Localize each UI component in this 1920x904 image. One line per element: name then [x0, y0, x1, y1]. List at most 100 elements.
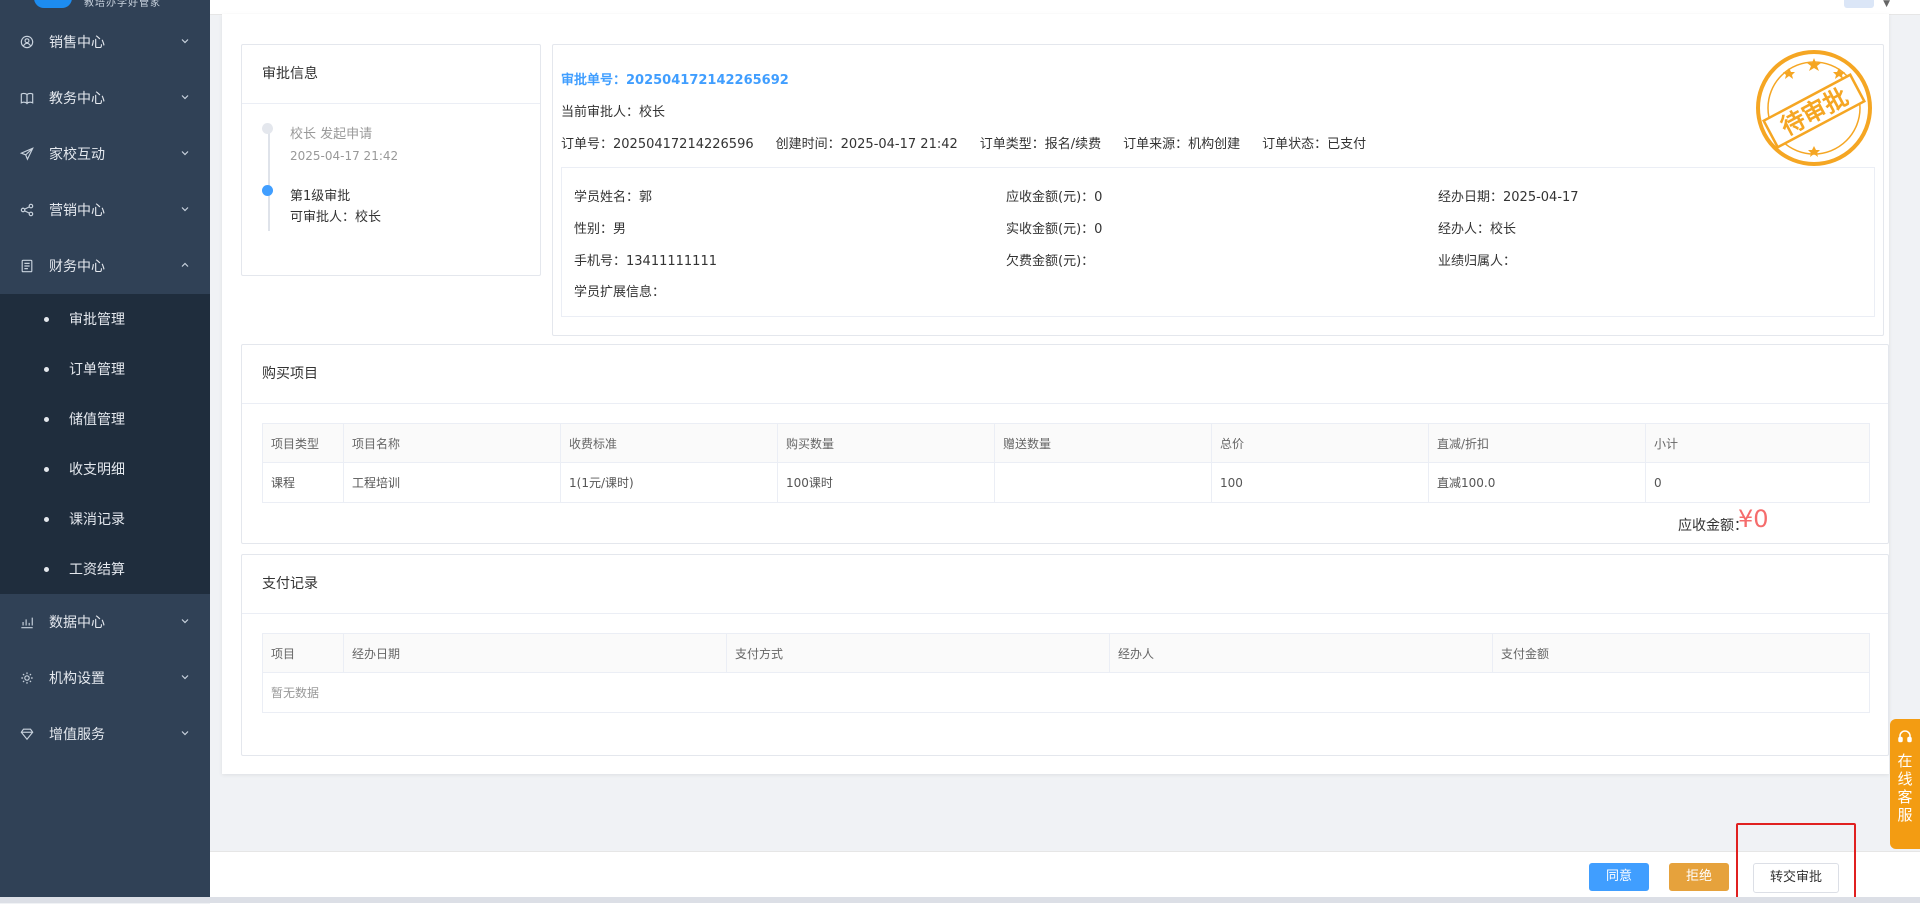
sidebar-item-data[interactable]: 数据中心 — [0, 594, 210, 650]
sidebar-subitem-class-consumption[interactable]: 课消记录 — [0, 494, 210, 544]
table-cell: 工程培训 — [343, 462, 561, 503]
chevron-down-icon — [181, 619, 189, 624]
transfer-approval-button[interactable]: 转交审批 — [1753, 863, 1839, 893]
order-source: 订单来源：机构创建 — [1123, 137, 1241, 152]
logo-area: 教培办学好管家 — [0, 0, 210, 14]
brand-tagline: 教培办学好管家 — [84, 0, 161, 9]
submenu-label: 课消记录 — [69, 512, 125, 528]
table-header-row: 项目 经办日期 支付方式 经办人 支付金额 — [262, 633, 1870, 673]
sidebar-menu: 销售中心 教务中心 家校互动 营销中心 财务中心 — [0, 14, 210, 294]
table-cell: 课程 — [262, 462, 344, 503]
table-row: 课程 工程培训 1(1元/课时) 100课时 100 直减100.0 0 — [262, 462, 1870, 503]
sidebar-item-label: 家校互动 — [49, 147, 105, 163]
caret-down-icon[interactable]: ▼ — [1883, 0, 1890, 9]
column-header: 小计 — [1645, 423, 1870, 463]
table-cell: 0 — [1645, 462, 1870, 503]
window-bottom-edge — [0, 897, 1920, 903]
handle-date: 经办日期：2025-04-17 — [1438, 190, 1579, 205]
amount-received: 实收金额(元)：0 — [1006, 222, 1103, 237]
online-service-label: 在线客服 — [1895, 753, 1914, 825]
column-header: 经办日期 — [343, 633, 727, 673]
order-created-time: 创建时间：2025-04-17 21:42 — [775, 137, 958, 152]
online-service-button[interactable]: 在线客服 — [1890, 719, 1920, 849]
payment-records-panel: 支付记录 项目 经办日期 支付方式 经办人 支付金额 暂无数据 — [241, 554, 1889, 756]
total-receivable-value: ¥0 — [1738, 505, 1769, 533]
empty-state-text: 暂无数据 — [262, 672, 1870, 713]
submenu-label: 收支明细 — [69, 462, 125, 478]
sidebar-item-value-added[interactable]: 增值服务 — [0, 706, 210, 762]
bar-chart-icon — [20, 615, 34, 629]
brand-logo — [34, 0, 72, 8]
order-type: 订单类型：报名/续费 — [979, 137, 1102, 152]
order-info-panel: 审批单号：202504172142265692 当前审批人：校长 订单号：202… — [552, 44, 1884, 336]
chevron-up-icon — [181, 262, 189, 267]
column-header: 赠送数量 — [994, 423, 1212, 463]
timeline-step-title: 校长 发起申请 — [290, 127, 373, 142]
chevron-down-icon — [181, 731, 189, 736]
sidebar-item-label: 财务中心 — [49, 259, 105, 275]
submenu-label: 审批管理 — [69, 312, 125, 328]
column-header: 收费标准 — [560, 423, 778, 463]
chevron-down-icon — [181, 207, 189, 212]
sidebar-subitem-orders[interactable]: 订单管理 — [0, 344, 210, 394]
sidebar-subitem-approval[interactable]: 审批管理 — [0, 294, 210, 344]
agree-button[interactable]: 同意 — [1589, 863, 1649, 891]
reject-button[interactable]: 拒绝 — [1669, 863, 1729, 891]
user-target-icon — [20, 35, 34, 49]
table-header-row: 项目类型 项目名称 收费标准 购买数量 赠送数量 总价 直减/折扣 小计 — [262, 423, 1870, 463]
column-header: 项目 — [262, 633, 344, 673]
sidebar-subitem-stored-value[interactable]: 储值管理 — [0, 394, 210, 444]
table-cell: 100 — [1211, 462, 1429, 503]
paper-plane-icon — [20, 147, 34, 161]
purchase-items-panel: 购买项目 项目类型 项目名称 收费标准 购买数量 赠送数量 总价 直减/折扣 小… — [241, 344, 1889, 544]
submenu-label: 储值管理 — [69, 412, 125, 428]
pending-approval-stamp: 待审批 — [1756, 50, 1872, 166]
column-header: 经办人 — [1109, 633, 1493, 673]
panel-title: 审批信息 — [242, 45, 540, 104]
column-header: 总价 — [1211, 423, 1429, 463]
column-header: 项目类型 — [262, 423, 344, 463]
sidebar-item-academic[interactable]: 教务中心 — [0, 70, 210, 126]
sidebar-item-marketing[interactable]: 营销中心 — [0, 182, 210, 238]
chevron-down-icon — [181, 95, 189, 100]
sidebar-item-label: 增值服务 — [49, 727, 105, 743]
column-header: 直减/折扣 — [1428, 423, 1646, 463]
sidebar-item-label: 教务中心 — [49, 91, 105, 107]
sidebar-item-label: 营销中心 — [49, 203, 105, 219]
sidebar: 教培办学好管家 销售中心 教务中心 家校互动 营销中心 财务中心 审批管理 订单… — [0, 0, 210, 903]
approval-number: 审批单号：202504172142265692 — [561, 73, 789, 88]
stamp-text: 待审批 — [1776, 83, 1853, 142]
current-approver: 当前审批人：校长 — [561, 105, 666, 120]
timeline-line — [268, 133, 270, 231]
sidebar-item-sales[interactable]: 销售中心 — [0, 14, 210, 70]
sidebar-item-label: 机构设置 — [49, 671, 105, 687]
sidebar-item-home-school[interactable]: 家校互动 — [0, 126, 210, 182]
headset-icon — [1898, 730, 1912, 743]
timeline-dot-done — [262, 123, 273, 134]
student-phone: 手机号：13411111111 — [574, 254, 717, 269]
student-gender: 性别：男 — [574, 222, 627, 237]
approval-info-panel: 审批信息 校长 发起申请 2025-04-17 21:42 第1级审批 可审批人… — [241, 44, 541, 276]
bullet-dot — [44, 466, 49, 472]
bullet-dot — [44, 516, 49, 522]
table-cell — [994, 462, 1212, 503]
gear-icon — [20, 671, 34, 685]
bullet-dot — [44, 316, 49, 322]
avatar[interactable] — [1844, 0, 1874, 8]
performance-owner: 业绩归属人： — [1438, 254, 1517, 269]
payment-table: 项目 经办日期 支付方式 经办人 支付金额 暂无数据 — [262, 633, 1870, 713]
table-cell: 1(1元/课时) — [560, 462, 778, 503]
book-icon — [20, 91, 34, 105]
column-header: 项目名称 — [343, 423, 561, 463]
sidebar-subitem-payroll[interactable]: 工资结算 — [0, 544, 210, 594]
share-icon — [20, 203, 34, 217]
sidebar-item-finance[interactable]: 财务中心 — [0, 238, 210, 294]
panel-title: 支付记录 — [242, 555, 1888, 614]
sidebar-item-org-settings[interactable]: 机构设置 — [0, 650, 210, 706]
amount-receivable: 应收金额(元)：0 — [1006, 190, 1103, 205]
sidebar-subitem-income-expense[interactable]: 收支明细 — [0, 444, 210, 494]
top-header: ▼ — [210, 0, 1920, 15]
panel-title: 购买项目 — [242, 345, 1888, 404]
table-cell: 100课时 — [777, 462, 995, 503]
submenu-label: 工资结算 — [69, 562, 125, 578]
